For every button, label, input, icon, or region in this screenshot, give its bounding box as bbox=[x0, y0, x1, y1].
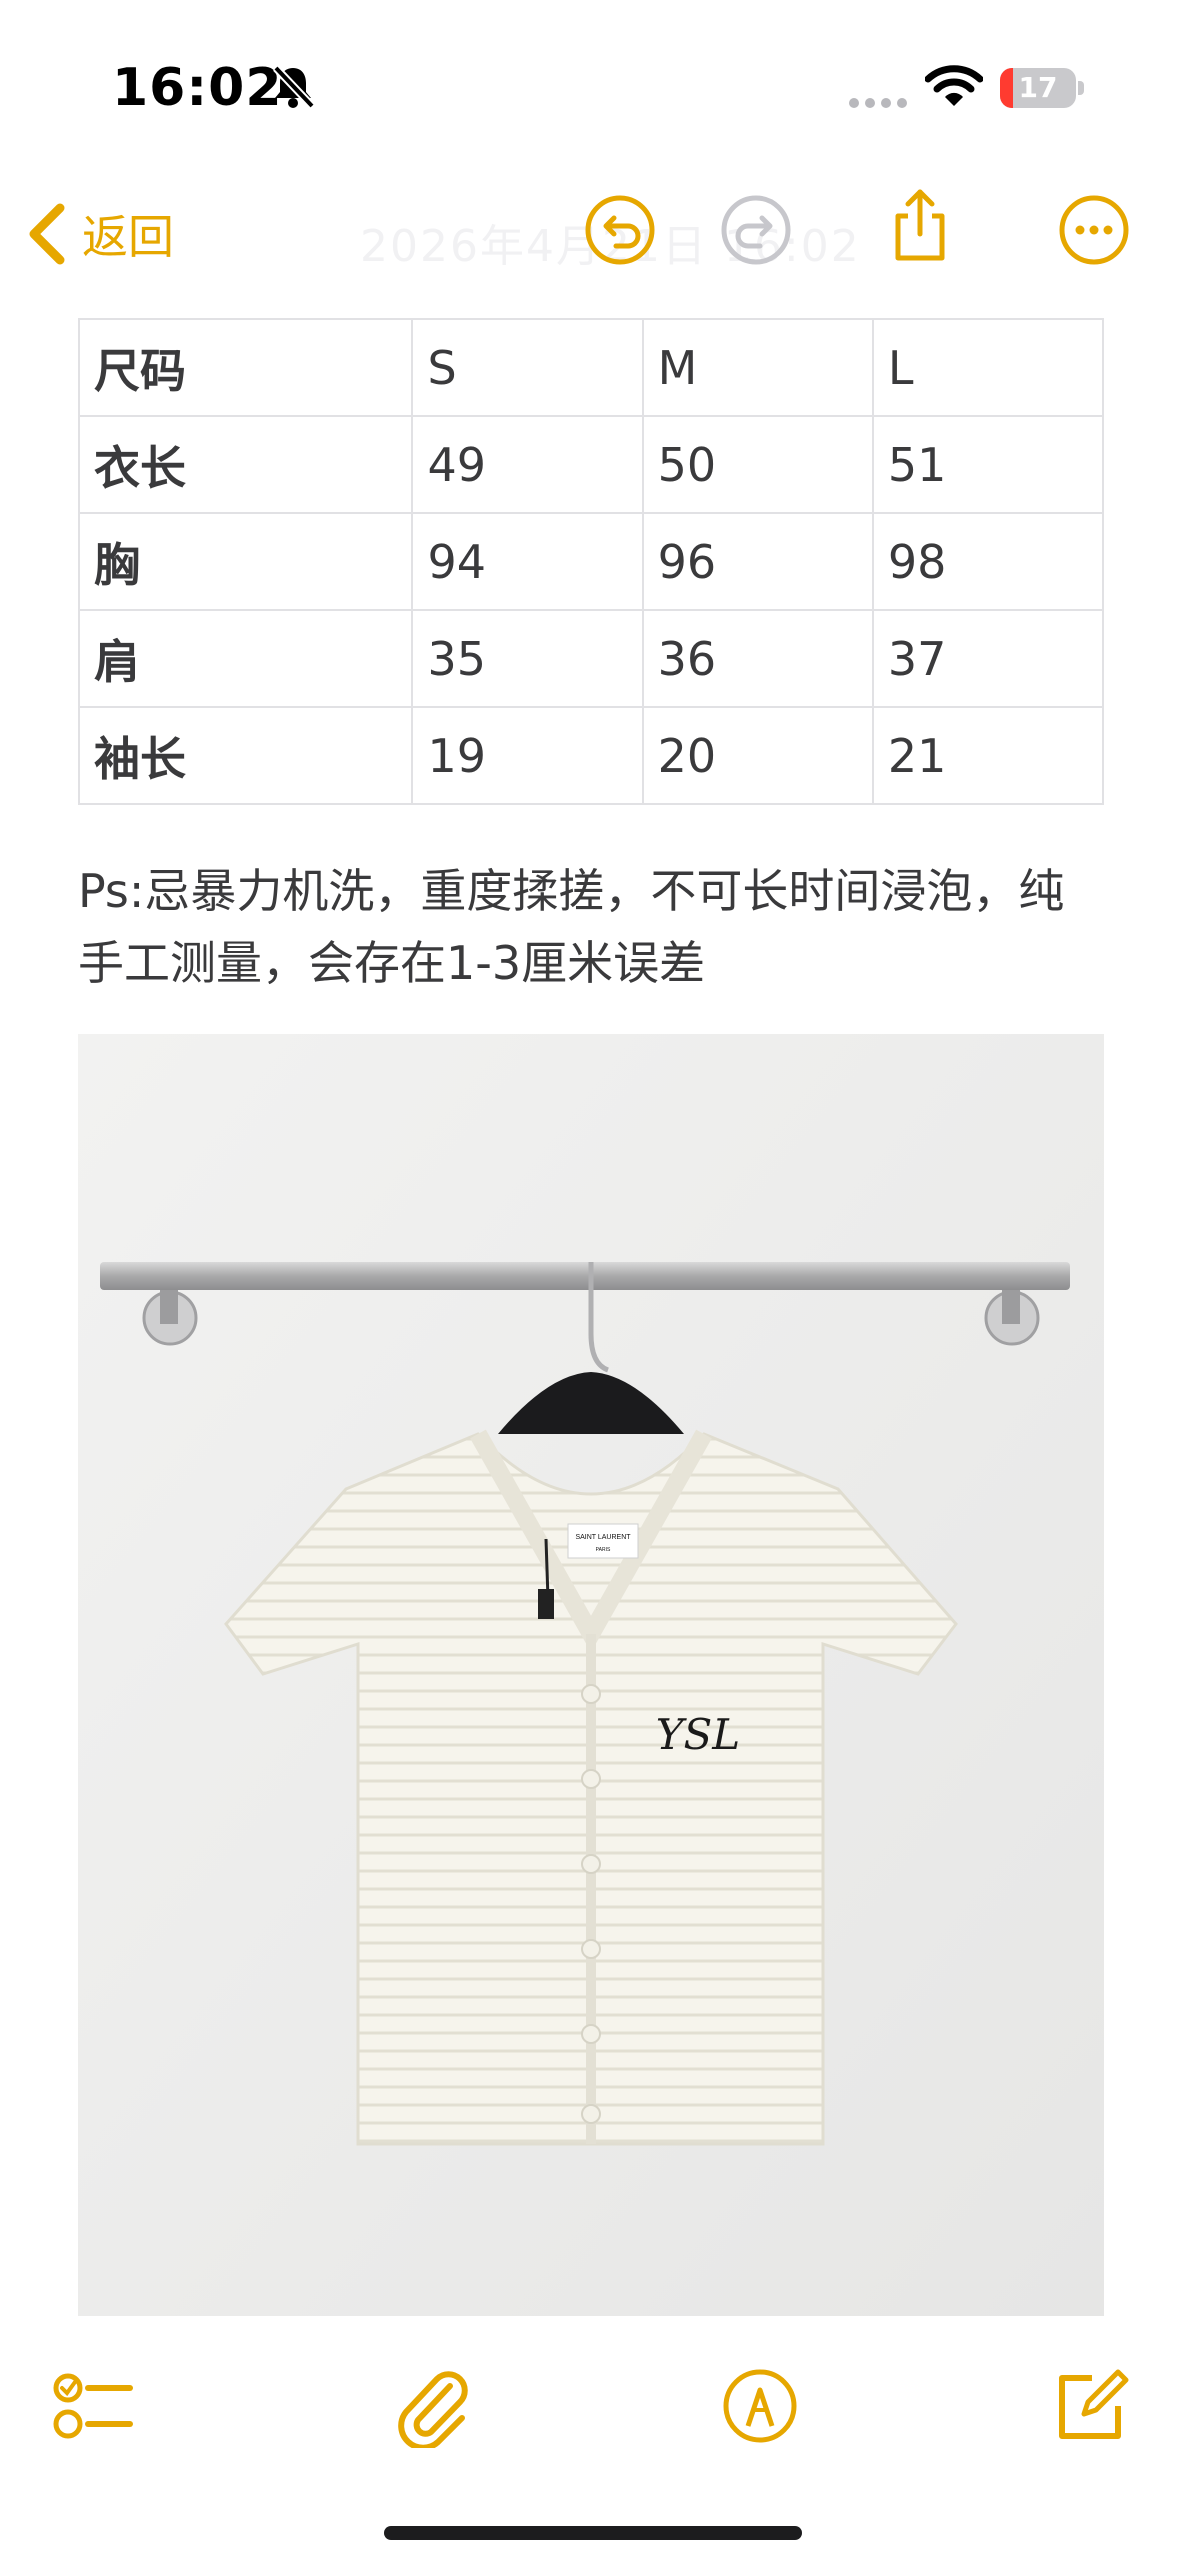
table-cell[interactable]: 98 bbox=[871, 512, 1105, 611]
compose-icon bbox=[1059, 2369, 1129, 2439]
more-button[interactable] bbox=[1056, 192, 1132, 268]
table-cell[interactable]: 35 bbox=[411, 609, 644, 708]
more-icon bbox=[1059, 195, 1129, 265]
attachment-button[interactable] bbox=[390, 2364, 474, 2451]
table-row: 袖长 19 20 21 bbox=[77, 706, 1105, 805]
table-cell[interactable]: 袖长 bbox=[77, 706, 414, 805]
checklist-icon bbox=[53, 2373, 133, 2439]
table-cell[interactable]: 尺码 bbox=[77, 318, 414, 417]
table-row: 衣长 49 50 51 bbox=[77, 415, 1105, 514]
note-body-text[interactable]: Ps:忌暴力机洗，重度揉搓，不可长时间浸泡，纯手工测量，会存在1-3厘米误差 bbox=[78, 855, 1108, 999]
back-label: 返回 bbox=[82, 210, 174, 264]
redo-icon bbox=[721, 195, 791, 265]
checklist-button[interactable] bbox=[52, 2364, 136, 2448]
share-button[interactable] bbox=[882, 186, 958, 262]
table-cell[interactable]: 肩 bbox=[77, 609, 414, 708]
table-cell[interactable]: 94 bbox=[411, 512, 644, 611]
undo-button[interactable] bbox=[582, 192, 658, 268]
size-table: 尺码 S M L 衣长 49 50 51 胸 94 96 98 肩 35 36 … bbox=[77, 318, 1105, 805]
redo-button[interactable] bbox=[718, 192, 794, 268]
share-icon bbox=[895, 189, 945, 261]
label-city-text: PARIS bbox=[596, 1547, 611, 1553]
table-cell[interactable]: 胸 bbox=[77, 512, 414, 611]
table-cell[interactable]: 21 bbox=[871, 706, 1105, 805]
table-cell[interactable]: 37 bbox=[871, 609, 1105, 708]
table-cell[interactable]: 96 bbox=[641, 512, 874, 611]
markup-button[interactable] bbox=[718, 2364, 802, 2448]
label-brand-text: SAINT LAURENT bbox=[575, 1534, 631, 1541]
battery-indicator: 17 bbox=[1000, 68, 1086, 108]
navigation-bar: 返回 2026年4月21日 16:02 bbox=[0, 170, 1179, 290]
table-cell[interactable]: 50 bbox=[641, 415, 874, 514]
status-bar: 16:02 17 bbox=[0, 0, 1179, 170]
battery-percent: 17 bbox=[1018, 71, 1058, 104]
table-cell[interactable]: 36 bbox=[641, 609, 874, 708]
ysl-emblem: YSL bbox=[656, 1710, 740, 1759]
table-cell[interactable]: 20 bbox=[641, 706, 874, 805]
back-button[interactable]: 返回 bbox=[24, 194, 174, 274]
cardigan-photo-image: SAINT LAURENT PARIS YSL bbox=[78, 1034, 1104, 2316]
table-cell[interactable]: 衣长 bbox=[77, 415, 414, 514]
table-row: 胸 94 96 98 bbox=[77, 512, 1105, 611]
markup-pen-icon bbox=[723, 2369, 797, 2443]
table-cell[interactable]: L bbox=[871, 318, 1105, 417]
table-cell[interactable]: M bbox=[641, 318, 874, 417]
table-cell[interactable]: 19 bbox=[411, 706, 644, 805]
cellular-signal-icon bbox=[849, 98, 907, 108]
paperclip-icon bbox=[398, 2371, 468, 2451]
status-time: 16:02 bbox=[112, 58, 283, 118]
bottom-toolbar bbox=[0, 2340, 1179, 2470]
wifi-icon bbox=[925, 65, 983, 106]
table-row: 肩 35 36 37 bbox=[77, 609, 1105, 708]
undo-icon bbox=[585, 195, 655, 265]
chevron-left-icon bbox=[29, 203, 65, 265]
compose-button[interactable] bbox=[1048, 2364, 1132, 2448]
home-indicator[interactable] bbox=[384, 2526, 802, 2540]
table-cell[interactable]: 51 bbox=[871, 415, 1105, 514]
bell-slash-icon bbox=[273, 65, 315, 109]
table-cell[interactable]: 49 bbox=[411, 415, 644, 514]
product-photo[interactable]: SAINT LAURENT PARIS YSL bbox=[78, 1034, 1104, 2316]
table-header-row: 尺码 S M L bbox=[77, 318, 1105, 417]
table-cell[interactable]: S bbox=[411, 318, 644, 417]
